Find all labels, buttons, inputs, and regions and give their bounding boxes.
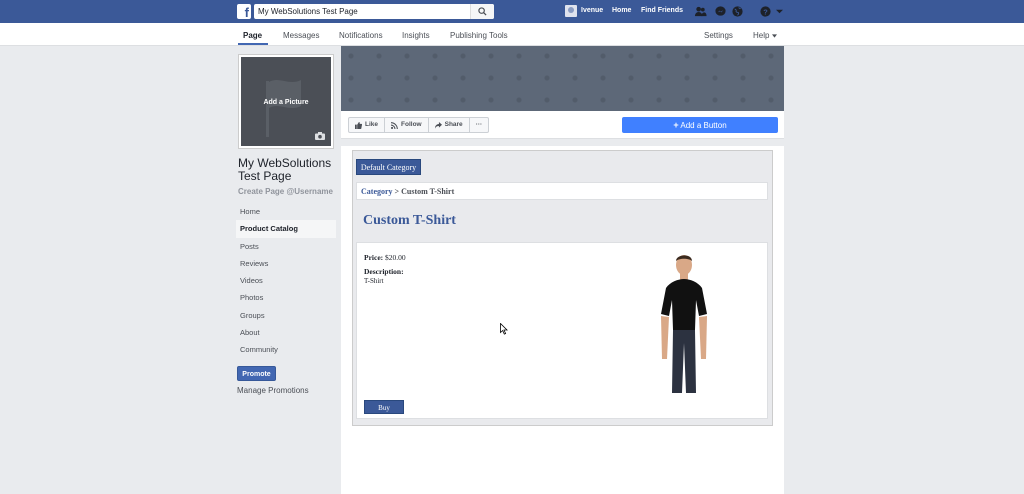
tab-publishing-tools[interactable]: Publishing Tools [450, 31, 508, 40]
follow-label: Follow [401, 121, 422, 128]
cover-photo[interactable] [341, 46, 784, 111]
dropdown-icon[interactable] [776, 8, 783, 15]
share-arrow-icon [434, 121, 442, 129]
settings-link[interactable]: Settings [704, 31, 733, 40]
search-icon [478, 7, 487, 16]
sidebar-item-groups[interactable]: Groups [236, 307, 336, 324]
breadcrumb-current: Custom T-Shirt [401, 187, 455, 196]
add-a-button[interactable]: + Add a Button [622, 117, 778, 133]
description-value: T-Shirt [364, 277, 384, 285]
rss-icon [391, 121, 398, 129]
buy-button[interactable]: Buy [364, 400, 404, 414]
friends-icon[interactable] [694, 5, 707, 18]
top-bar: f Ivenue Home Find Friends ? [0, 0, 1024, 23]
more-icon: ··· [475, 121, 483, 128]
cover-pattern [341, 46, 784, 111]
messenger-icon[interactable] [714, 5, 727, 18]
page-nav: Page Messages Notifications Insights Pub… [0, 23, 1024, 46]
add-button-label: Add a Button [680, 121, 727, 130]
add-picture-label[interactable]: Add a Picture [241, 99, 331, 106]
price-line: Price: $20.00 [364, 253, 406, 262]
tab-notifications[interactable]: Notifications [339, 31, 383, 40]
breadcrumb: Category > Custom T-Shirt [356, 182, 768, 200]
tab-page[interactable]: Page [243, 31, 262, 40]
product-title: Custom T-Shirt [363, 213, 456, 228]
default-category-button[interactable]: Default Category [356, 159, 421, 175]
search-button[interactable] [470, 4, 494, 19]
action-bar: Like Follow Share ··· + Add a Button [341, 111, 784, 139]
manage-promotions-link[interactable]: Manage Promotions [237, 386, 309, 395]
plus-icon: + [673, 120, 679, 130]
sidebar-item-about[interactable]: About [236, 324, 336, 341]
share-label: Share [444, 121, 463, 128]
help-dropdown-icon[interactable] [772, 34, 777, 38]
profile-picture[interactable]: Add a Picture [238, 54, 334, 149]
sidebar: Home Product Catalog Posts Reviews Video… [236, 203, 336, 359]
sidebar-item-videos[interactable]: Videos [236, 272, 336, 289]
flag-icon [266, 80, 301, 137]
create-username-link[interactable]: Create Page @Username [238, 187, 333, 196]
tab-insights[interactable]: Insights [402, 31, 430, 40]
sidebar-item-reviews[interactable]: Reviews [236, 255, 336, 272]
thumbs-up-icon [355, 121, 362, 129]
profile-link[interactable]: Ivenue [581, 7, 603, 14]
sidebar-item-community[interactable]: Community [236, 341, 336, 358]
tab-messages[interactable]: Messages [283, 31, 319, 40]
camera-icon[interactable] [315, 132, 325, 140]
help-icon[interactable]: ? [759, 5, 772, 18]
find-friends-link[interactable]: Find Friends [641, 7, 683, 14]
facebook-logo-icon[interactable]: f [237, 4, 251, 19]
avatar[interactable] [565, 5, 577, 17]
product-image[interactable] [648, 252, 720, 395]
sidebar-item-home[interactable]: Home [236, 203, 336, 220]
like-label: Like [365, 121, 379, 128]
page-title[interactable]: My WebSolutions Test Page [238, 157, 348, 183]
sidebar-item-product-catalog[interactable]: Product Catalog [236, 220, 336, 238]
page-actions: Like Follow Share ··· [348, 117, 490, 133]
like-button[interactable]: Like [349, 118, 386, 132]
active-tab-indicator [238, 43, 268, 45]
follow-button[interactable]: Follow [385, 118, 429, 132]
globe-icon[interactable] [731, 5, 744, 18]
share-button[interactable]: Share [429, 118, 470, 132]
mouse-cursor-icon [500, 323, 508, 335]
description-label: Description: [364, 267, 404, 276]
promote-button[interactable]: Promote [237, 366, 276, 381]
breadcrumb-separator: > [392, 187, 402, 196]
more-options-button[interactable]: ··· [470, 118, 489, 132]
price-label: Price: [364, 253, 384, 262]
svg-text:?: ? [763, 7, 768, 16]
sidebar-item-photos[interactable]: Photos [236, 289, 336, 306]
search-box[interactable] [254, 4, 494, 19]
sidebar-item-posts[interactable]: Posts [236, 238, 336, 255]
price-value: $20.00 [385, 253, 406, 262]
home-link[interactable]: Home [612, 7, 631, 14]
breadcrumb-category-link[interactable]: Category [361, 187, 393, 196]
search-input[interactable] [254, 4, 470, 19]
help-link[interactable]: Help [753, 31, 769, 40]
